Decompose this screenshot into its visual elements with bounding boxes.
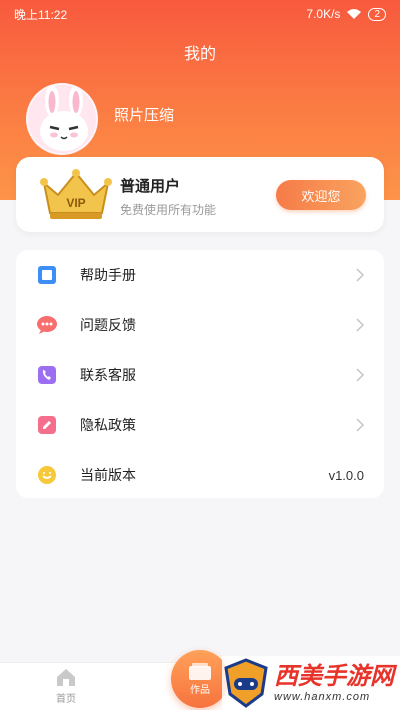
crown-text: VIP xyxy=(66,196,85,210)
chevron-right-icon xyxy=(356,268,364,282)
menu-item-help[interactable]: 帮助手册 xyxy=(16,250,384,300)
shield-logo-icon xyxy=(224,658,268,708)
pencil-icon xyxy=(36,414,58,436)
version-value: v1.0.0 xyxy=(328,467,364,483)
chevron-right-icon xyxy=(356,368,364,382)
page-title: 我的 xyxy=(183,46,216,63)
home-icon xyxy=(57,669,75,686)
watermark: 西美手游网 www.hanxm.com xyxy=(222,656,400,710)
menu-item-version[interactable]: 当前版本 v1.0.0 xyxy=(16,450,384,500)
battery-icon: 2 xyxy=(368,7,386,21)
tab-home-label: 首页 xyxy=(56,694,76,705)
chevron-right-icon xyxy=(356,318,364,332)
phone-icon xyxy=(36,364,58,386)
menu-list: 帮助手册 问题反馈 联系客服 隐私政策 当前版本 v1.0.0 xyxy=(16,250,384,498)
member-card: VIP 普通用户 免费使用所有功能 欢迎您 xyxy=(16,157,384,232)
wifi-icon xyxy=(347,9,362,19)
status-bar: 晚上11:22 7.0K/s 2 xyxy=(0,0,400,28)
menu-label: 帮助手册 xyxy=(80,267,136,283)
menu-label: 联系客服 xyxy=(80,367,136,383)
menu-item-privacy[interactable]: 隐私政策 xyxy=(16,400,384,450)
smiley-icon xyxy=(36,464,58,486)
network-speed: 7.0K/s xyxy=(306,7,341,21)
crown-icon: VIP xyxy=(40,169,112,219)
avatar[interactable] xyxy=(26,83,98,155)
works-button[interactable]: 作品 xyxy=(171,650,229,708)
chat-bubble-icon xyxy=(36,314,58,336)
menu-label: 隐私政策 xyxy=(80,417,136,433)
works-label: 作品 xyxy=(190,684,210,696)
folder-icon xyxy=(189,662,211,680)
chevron-right-icon xyxy=(356,418,364,432)
status-indicators: 7.0K/s 2 xyxy=(306,7,386,21)
member-title: 普通用户 xyxy=(120,178,181,195)
watermark-url: www.hanxm.com xyxy=(274,691,371,703)
menu-item-feedback[interactable]: 问题反馈 xyxy=(16,300,384,350)
welcome-button[interactable]: 欢迎您 xyxy=(276,180,366,210)
tab-home[interactable]: 首页 xyxy=(46,667,86,705)
watermark-title: 西美手游网 xyxy=(274,663,394,690)
menu-item-support[interactable]: 联系客服 xyxy=(16,350,384,400)
app-name: 照片压缩 xyxy=(114,107,175,124)
menu-label: 问题反馈 xyxy=(80,317,136,333)
menu-label: 当前版本 xyxy=(80,467,136,483)
member-subtitle: 免费使用所有功能 xyxy=(120,203,217,217)
book-icon xyxy=(36,264,58,286)
status-time: 晚上11:22 xyxy=(14,7,68,22)
